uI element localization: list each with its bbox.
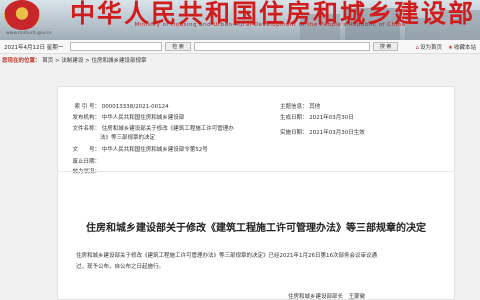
docname-label: 文件名称： — [72, 126, 100, 132]
created-label: 生成日期： — [280, 115, 308, 121]
created-value: 2021年03月30日 — [309, 115, 354, 121]
search-button[interactable]: 检 索 — [165, 42, 191, 51]
doc-number-value: 中华人民共和国住房和城乡建设部令第52号 — [101, 147, 208, 153]
document-paragraph-cont: 过，现予公布，自公布之日起施行。 — [76, 264, 165, 270]
site-subtitle: Ministry of Housing and Urban-Rural Deve… — [134, 22, 406, 28]
issuer-label: 发布机构： — [72, 115, 100, 121]
category-label: 主题信息： — [280, 104, 308, 110]
toolbar: 2021年4月12日 星期一 检 索 搜 索 ⌂设为首页 ★收藏本站 — [0, 40, 480, 54]
home-icon: ⌂ — [415, 44, 420, 51]
site-url: www.mohurd.gov.cn — [6, 31, 52, 36]
docname-value-cont: 法》等三部规章的决定 — [100, 135, 156, 141]
search-input[interactable] — [70, 42, 163, 51]
issuer-value: 中华人民共和国住房和城乡建设部 — [101, 115, 185, 121]
effective-value: 2021年03月30日生效 — [309, 130, 365, 136]
breadcrumb-regulations[interactable]: 住房和城乡建设部规章 — [92, 58, 147, 64]
national-emblem-icon — [4, 0, 40, 30]
search-button-2[interactable]: 搜 索 — [372, 42, 399, 51]
document-title: 住房和城乡建设部关于修改《建筑工程施工许可管理办法》等三部规章的决定 — [86, 223, 426, 234]
divider — [58, 171, 454, 172]
breadcrumb-home[interactable]: 首页 — [42, 58, 53, 64]
favorite-label: 收藏本站 — [453, 44, 476, 51]
docname-value: 住房和城乡建设部关于修改《建筑工程施工许可管理办 — [101, 126, 234, 132]
set-home-link[interactable]: ⌂设为首页 — [416, 43, 443, 51]
breadcrumb: 您现在的位置： 首页 > 法制建设 > 住房和城乡建设部规章 — [0, 54, 480, 65]
index-value: 000013338/2021-00124 — [101, 104, 169, 110]
breadcrumb-legal[interactable]: 法制建设 — [61, 58, 83, 64]
search-input-2[interactable] — [193, 42, 370, 51]
set-home-label: 设为首页 — [420, 44, 443, 51]
index-label: 索 引 号： — [74, 104, 101, 110]
doc-number-label: 文 号： — [72, 147, 100, 153]
favorite-link[interactable]: ★收藏本站 — [448, 43, 476, 51]
site-banner: 中华人民共和国住房和城乡建设部 Ministry of Housing and … — [0, 0, 480, 40]
category-value: 其他 — [309, 104, 321, 110]
status-label: 废止日期： — [72, 159, 100, 165]
document-card: 索 引 号： 000013338/2021-00124 主题信息： 其他 发布机… — [57, 86, 455, 300]
current-date: 2021年4月12日 星期一 — [4, 44, 64, 51]
breadcrumb-label: 您现在的位置： — [2, 58, 41, 64]
document-paragraph: 住房和城乡建设部关于修改《建筑工程施工许可管理办法》等三部规章的决定》已经202… — [76, 253, 377, 259]
star-icon: ★ — [448, 44, 453, 51]
document-signature: 住房和城乡建设部部长 王蒙徽 — [288, 294, 366, 300]
effective-label: 实施日期： — [280, 130, 308, 136]
